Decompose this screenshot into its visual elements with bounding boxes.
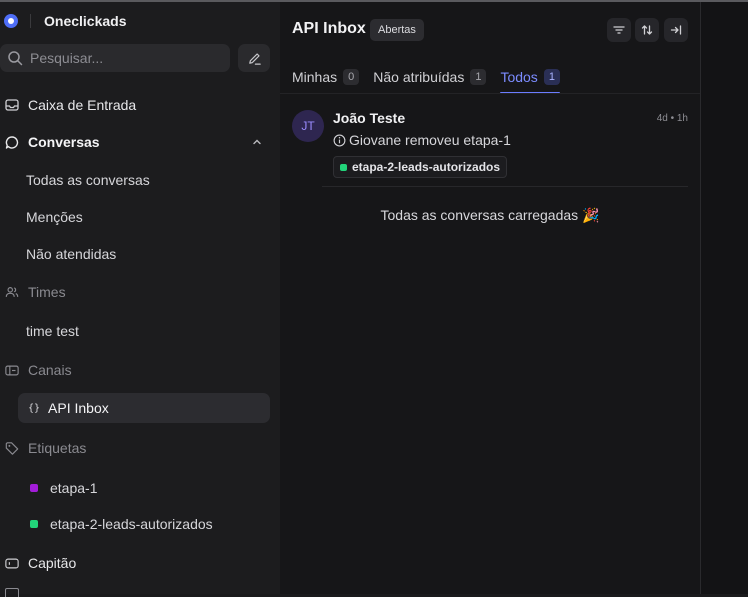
sidebar-item-label-etapa-2[interactable]: etapa-2-leads-autorizados — [18, 509, 270, 539]
label-tag-text: etapa-2-leads-autorizados — [352, 160, 501, 174]
sidebar-item-api-inbox[interactable]: {} API Inbox — [18, 393, 270, 423]
sort-arrows-icon — [641, 25, 653, 35]
tabs-divider — [280, 93, 700, 94]
sidebar-section-label: Canais — [28, 362, 72, 378]
users-icon — [5, 285, 19, 299]
sort-button[interactable] — [635, 18, 659, 42]
conversation-item[interactable]: JT João Teste 4d • 1h Giovane removeu et… — [292, 106, 688, 186]
label-color-dot — [340, 163, 347, 171]
collapse-panel-button[interactable] — [664, 18, 688, 42]
sidebar-item-label: Capitão — [28, 555, 77, 571]
arrow-right-to-line-icon — [670, 25, 682, 35]
sidebar-item-label: etapa-2-leads-autorizados — [50, 516, 213, 532]
last-message: Giovane removeu etapa-1 — [333, 132, 511, 148]
tab-label: Minhas — [292, 69, 338, 85]
tab-all[interactable]: Todos 1 — [500, 62, 561, 94]
sidebar-item-label: Não atendidas — [26, 246, 117, 262]
sidebar-item-inbox[interactable]: Caixa de Entrada — [0, 91, 136, 119]
sidebar-item-mentions[interactable]: Menções — [18, 202, 270, 232]
info-icon — [333, 134, 346, 146]
brand-logo-icon — [4, 14, 18, 28]
pencil-icon — [248, 52, 261, 65]
label-color-dot — [30, 520, 38, 528]
tab-label: Não atribuídas — [373, 69, 465, 85]
status-badge[interactable]: Abertas — [370, 19, 424, 41]
last-message-text: Giovane removeu etapa-1 — [349, 132, 511, 148]
code-braces-icon: {} — [28, 402, 41, 414]
sidebar-item-all-conversations[interactable]: Todas as conversas — [18, 165, 270, 195]
chevron-up-icon[interactable] — [252, 137, 262, 147]
conversation-divider — [322, 186, 688, 187]
brand-divider — [30, 14, 31, 28]
search-input[interactable]: Pesquisar... — [0, 44, 230, 72]
tab-mine[interactable]: Minhas 0 — [292, 62, 360, 92]
filter-icon — [613, 26, 625, 34]
filter-button[interactable] — [607, 18, 631, 42]
brand-name: Oneclickads — [44, 13, 127, 29]
conversation-tabs: Minhas 0 Não atribuídas 1 Todos 1 — [292, 62, 574, 94]
tab-count: 0 — [343, 69, 360, 85]
sidebar-item-label: time test — [26, 323, 79, 339]
avatar: JT — [292, 110, 324, 142]
sidebar-section-teams[interactable]: Times — [0, 278, 66, 306]
sidebar-item-partial — [5, 588, 19, 597]
sidebar-section-label: Times — [28, 284, 66, 300]
sidebar: Oneclickads Pesquisar... Caixa de Entrad… — [0, 2, 280, 597]
sidebar-item-label: Todas as conversas — [26, 172, 150, 188]
sidebar-item-label: API Inbox — [48, 400, 109, 416]
inbox-icon — [5, 98, 19, 112]
search-placeholder: Pesquisar... — [30, 50, 104, 66]
brand[interactable]: Oneclickads — [0, 10, 127, 32]
tab-unassigned[interactable]: Não atribuídas 1 — [373, 62, 487, 92]
sidebar-section-labels[interactable]: Etiquetas — [0, 434, 86, 462]
sidebar-item-label: Conversas — [28, 134, 100, 150]
captain-icon — [5, 556, 19, 570]
sidebar-item-label: Caixa de Entrada — [28, 97, 137, 113]
right-pane — [700, 2, 748, 594]
sidebar-item-captain[interactable]: Capitão — [0, 549, 76, 577]
sidebar-item-team[interactable]: time test — [18, 316, 270, 346]
conversation-list-panel: API Inbox Abertas Minhas 0 Não atribuída… — [280, 2, 700, 594]
tab-count: 1 — [543, 69, 560, 85]
tab-count: 1 — [470, 69, 487, 85]
channel-icon — [5, 363, 19, 377]
compose-button[interactable] — [238, 44, 270, 72]
tab-label: Todos — [500, 69, 538, 85]
search-icon — [8, 51, 23, 66]
sidebar-section-label: Etiquetas — [28, 440, 87, 456]
conversation-label-tag: etapa-2-leads-autorizados — [333, 156, 508, 178]
tag-icon — [5, 441, 19, 455]
all-loaded-message: Todas as conversas carregadas 🎉 — [380, 207, 600, 223]
sidebar-item-unattended[interactable]: Não atendidas — [18, 239, 270, 269]
page-title: API Inbox — [292, 20, 366, 37]
sidebar-item-conversations[interactable]: Conversas — [0, 128, 100, 156]
sidebar-section-channels[interactable]: Canais — [0, 356, 72, 384]
sidebar-item-label-etapa-1[interactable]: etapa-1 — [18, 473, 270, 503]
sidebar-item-label: etapa-1 — [50, 480, 98, 496]
contact-name: João Teste — [333, 110, 406, 126]
sidebar-item-label: Menções — [26, 209, 83, 225]
chat-bubble-icon — [5, 135, 19, 149]
conversation-time: 4d • 1h — [656, 113, 688, 124]
label-color-dot — [30, 484, 38, 492]
